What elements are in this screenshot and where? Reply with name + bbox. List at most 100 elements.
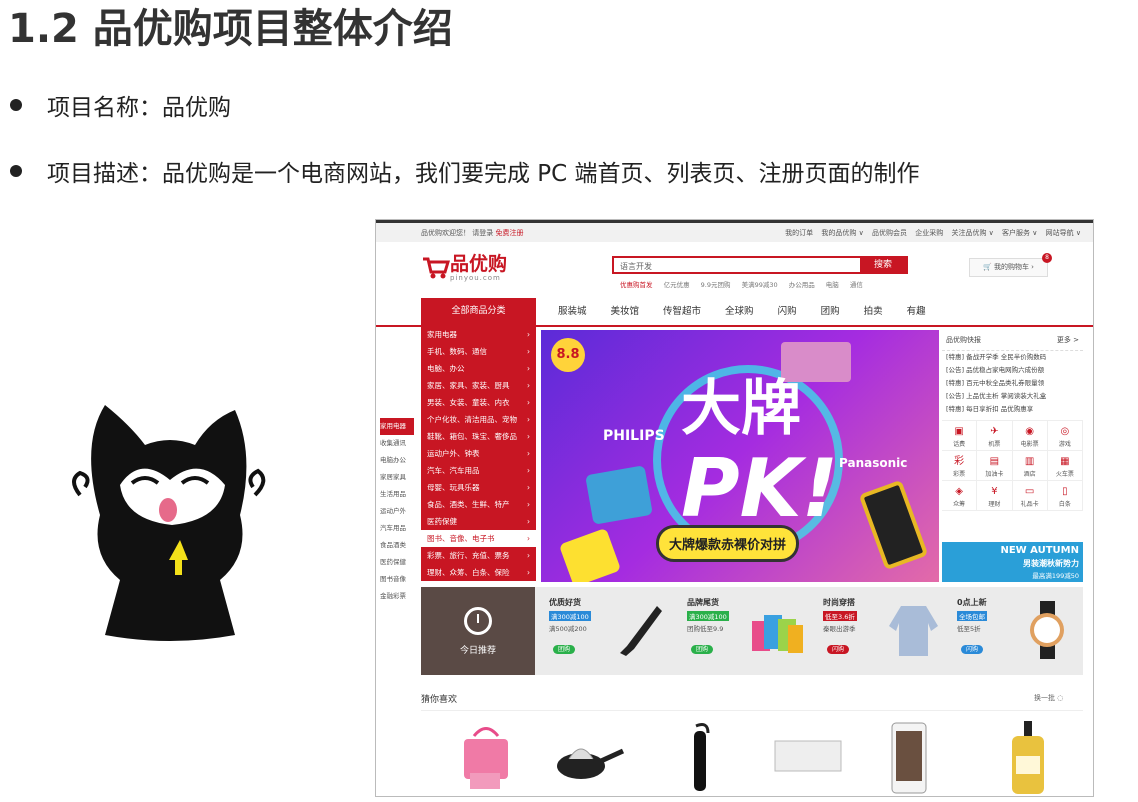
floor-nav-item[interactable]: 收集通讯 [380,435,414,452]
lotion-bottle-image[interactable] [1006,721,1051,796]
nav-item[interactable]: 有趣 [907,298,926,325]
service-item[interactable]: ▥ 酒店 [1012,451,1048,481]
search-button[interactable]: 搜索 [860,258,906,272]
floor-nav-item[interactable]: 电脑办公 [380,452,414,469]
all-categories-button[interactable]: 全部商品分类 [421,298,536,325]
news-panel: 品优购快报 更多 > [特惠] 备战开学季 全民半价购数码 [公告] 品优稳占家… [942,330,1083,582]
service-item[interactable]: ▤ 加油卡 [977,451,1013,481]
hotword[interactable]: 亿元优惠 [664,281,690,289]
floor-nav-item[interactable]: 医药保健 [380,554,414,571]
category-item[interactable]: 图书、音像、电子书 [421,530,536,547]
service-item[interactable]: ◎ 游戏 [1047,421,1083,451]
hotword[interactable]: 9.9元团购 [701,281,731,289]
category-item[interactable]: 家居、家具、家装、厨具 [421,377,536,394]
hotword[interactable]: 办公用品 [789,281,815,289]
service-item[interactable]: ◈ 众筹 [942,481,978,511]
topbar-link-follow[interactable]: 关注品优购 ∨ [951,229,993,237]
category-item[interactable]: 运动户外、钟表 [421,445,536,462]
category-item[interactable]: 理财、众筹、白条、保险 [421,564,536,581]
towels-image [752,615,803,653]
news-item[interactable]: [特惠] 备战开学季 全民半价购数码 [942,351,1083,364]
floor-nav-item[interactable]: 图书音像 [380,571,414,588]
floor-nav-item[interactable]: 食品酒类 [380,537,414,554]
nav-item[interactable]: 拍卖 [864,298,883,325]
news-more-link[interactable]: 更多 > [1057,335,1079,345]
banner-brand-philips: PHILIPS [603,428,665,444]
lottery-icon: 彩 [954,456,965,467]
pan-image[interactable] [551,721,626,791]
recommend-cell[interactable]: 0点上新 全场包邮 低至5折 闪购 [949,587,1085,675]
topbar-link-service[interactable]: 客户服务 ∨ [1002,229,1037,237]
news-item[interactable]: [公告] 品优稳占家电网购六成份额 [942,364,1083,377]
news-item[interactable]: [特惠] 每日享折扣 品优购惠享 [942,403,1083,416]
news-item[interactable]: [特惠] 百元中秋全品类礼券限量领 [942,377,1083,390]
recommend-cell[interactable]: 时尚穿搭 低至3.6折 秦眼出游季 闪购 [815,587,951,675]
nav-item[interactable]: 团购 [821,298,840,325]
category-item[interactable]: 鞋靴、箱包、珠宝、奢侈品 [421,428,536,445]
cell-tag: 满300减100 [687,611,729,621]
service-item[interactable]: ▯ 白条 [1047,481,1083,511]
login-link[interactable]: 请登录 [472,229,493,237]
service-item[interactable]: ✈ 机票 [977,421,1013,451]
topbar-link-enterprise[interactable]: 企业采购 [915,229,943,237]
nav-item[interactable]: 传智超市 [663,298,701,325]
cell-pill: 团购 [691,645,713,654]
floor-nav-item[interactable]: 汽车用品 [380,520,414,537]
topbar-link-my[interactable]: 我的品优购 ∨ [821,229,863,237]
refresh-button[interactable]: 换一批 ◌ [1034,693,1063,703]
search-input[interactable]: 语言开发 [614,258,860,272]
nav-item[interactable]: 服装城 [558,298,587,325]
recommend-cell[interactable]: 优质好货 满300减100 满500减200 团购 [541,587,677,675]
my-cart-button[interactable]: 🛒 我的购物车 › 8 [969,253,1052,277]
vacuum-image [620,606,662,656]
category-item[interactable]: 食品、酒类、生鲜、特产 [421,496,536,513]
category-item[interactable]: 电脑、办公 [421,360,536,377]
category-item[interactable]: 个户化妆、清洁用品、宠物 [421,411,536,428]
category-item[interactable]: 彩票、旅行、充值、票务 [421,547,536,564]
banner-headline-pk: PK! [681,442,839,535]
category-item[interactable]: 母婴、玩具乐器 [421,479,536,496]
hotword[interactable]: 美满99减30 [742,281,778,289]
service-item[interactable]: ▣ 话费 [942,421,978,451]
plane-icon: ✈ [990,426,999,437]
news-item[interactable]: [公告] 上品优主析 掌阅读装大礼盒 [942,390,1083,403]
train-icon: ▦ [1060,456,1070,467]
category-item[interactable]: 医药保健 [421,513,536,530]
nav-item[interactable]: 闪购 [778,298,797,325]
panel-light-image[interactable] [773,736,843,776]
topbar-link-member[interactable]: 品优购会员 [872,229,907,237]
service-item[interactable]: ◉ 电影票 [1012,421,1048,451]
guess-products [421,710,1083,796]
category-item[interactable]: 家用电器 [421,326,536,343]
smartphone-image[interactable] [889,721,929,795]
nav-item[interactable]: 美妆馆 [611,298,640,325]
floor-nav-item[interactable]: 金融彩票 [380,588,414,605]
service-item[interactable]: ▭ 礼品卡 [1012,481,1048,511]
category-item[interactable]: 手机、数码、通信 [421,343,536,360]
floor-nav-item[interactable]: 家居家具 [380,469,414,486]
category-item[interactable]: 汽车、汽车用品 [421,462,536,479]
hotword[interactable]: 优惠购首发 [620,281,653,289]
cell-pill: 团购 [553,645,575,654]
service-item[interactable]: ▦ 火车票 [1047,451,1083,481]
register-link[interactable]: 免费注册 [495,229,523,237]
site-logo[interactable]: 品优购 pinyou.com [422,254,507,282]
autumn-ad[interactable]: NEW AUTUMN 男装潮秋新势力 最高满199减50 [942,542,1083,582]
floor-nav-item[interactable]: 生活用品 [380,486,414,503]
bluetooth-headset-image[interactable] [686,721,716,796]
floor-nav-item[interactable]: 家用电器 [380,418,414,435]
category-item[interactable]: 男装、女装、童装、内衣 [421,394,536,411]
nav-item[interactable]: 全球购 [725,298,754,325]
cell-tag: 满300减100 [549,611,591,621]
topbar-link-sitenav[interactable]: 网站导航 ∨ [1046,229,1081,237]
floor-nav-item[interactable]: 运动户外 [380,503,414,520]
today-recommend: 今日推荐 优质好货 满300减100 满500减200 团购 品牌尾货 满300… [421,587,1083,675]
hotword[interactable]: 通信 [850,281,863,289]
topbar-link-orders[interactable]: 我的订单 [785,229,813,237]
recommend-cell[interactable]: 品牌尾货 满300减100 团购低至9.9 团购 [679,587,815,675]
hero-banner[interactable]: 8.8 大牌 PK! PHILIPS Panasonic 大牌爆款赤裸价对拼 [541,330,939,582]
service-item[interactable]: ¥ 理财 [977,481,1013,511]
service-item[interactable]: 彩彩票 [942,451,978,481]
hotword[interactable]: 电脑 [826,281,839,289]
handbag-image[interactable] [456,721,516,793]
